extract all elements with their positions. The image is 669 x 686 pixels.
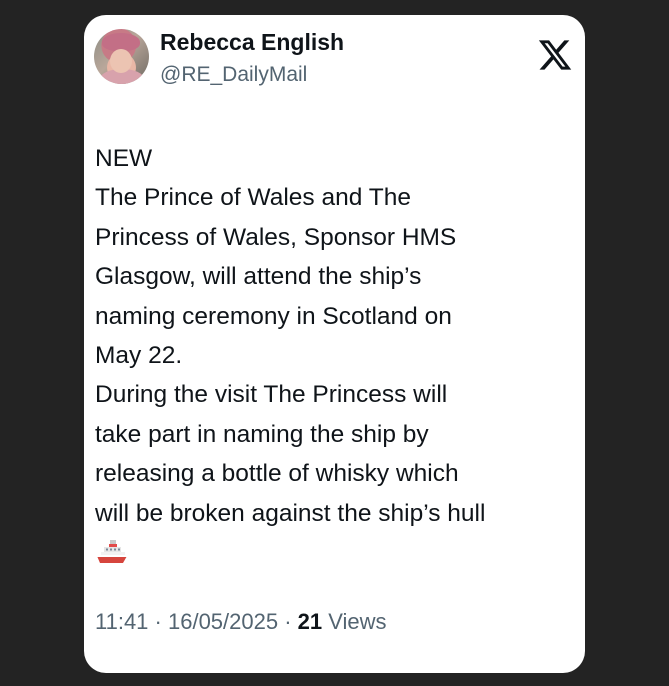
author-handle[interactable]: @RE_DailyMail — [160, 63, 307, 87]
tweet-line: will be broken against the ship’s hull — [95, 499, 486, 527]
ship-icon — [97, 540, 127, 563]
author-name[interactable]: Rebecca English — [160, 29, 344, 56]
tweet-line: During the visit The Princess will — [95, 381, 448, 409]
meta-separator: · — [148, 609, 168, 634]
avatar[interactable] — [94, 29, 149, 84]
tweet-line: Glasgow, will attend the ship’s — [95, 263, 422, 291]
meta-separator: · — [278, 609, 298, 634]
tweet-line: NEW — [95, 145, 153, 172]
tweet-line: naming ceremony in Scotland on — [95, 302, 452, 330]
tweet-meta: 11:41 · 16/05/2025 · 21 Views — [95, 609, 387, 635]
tweet-text: NEW The Prince of Wales and The Princess… — [95, 139, 575, 533]
tweet-line: May 22. — [95, 342, 183, 370]
views-label: Views — [322, 609, 387, 634]
tweet-date[interactable]: 16/05/2025 — [168, 609, 278, 634]
tweet-line: take part in naming the ship by — [95, 420, 429, 448]
tweet-time[interactable]: 11:41 — [95, 609, 148, 634]
tweet-line: releasing a bottle of whisky which — [95, 460, 459, 488]
tweet-line: The Prince of Wales and The — [95, 184, 411, 212]
views-count[interactable]: 21 — [298, 609, 322, 634]
tweet-line: Princess of Wales, Sponsor HMS — [95, 223, 457, 251]
tweet-card: Rebecca English @RE_DailyMail NEW The Pr… — [84, 15, 585, 673]
x-logo-icon — [538, 40, 572, 70]
